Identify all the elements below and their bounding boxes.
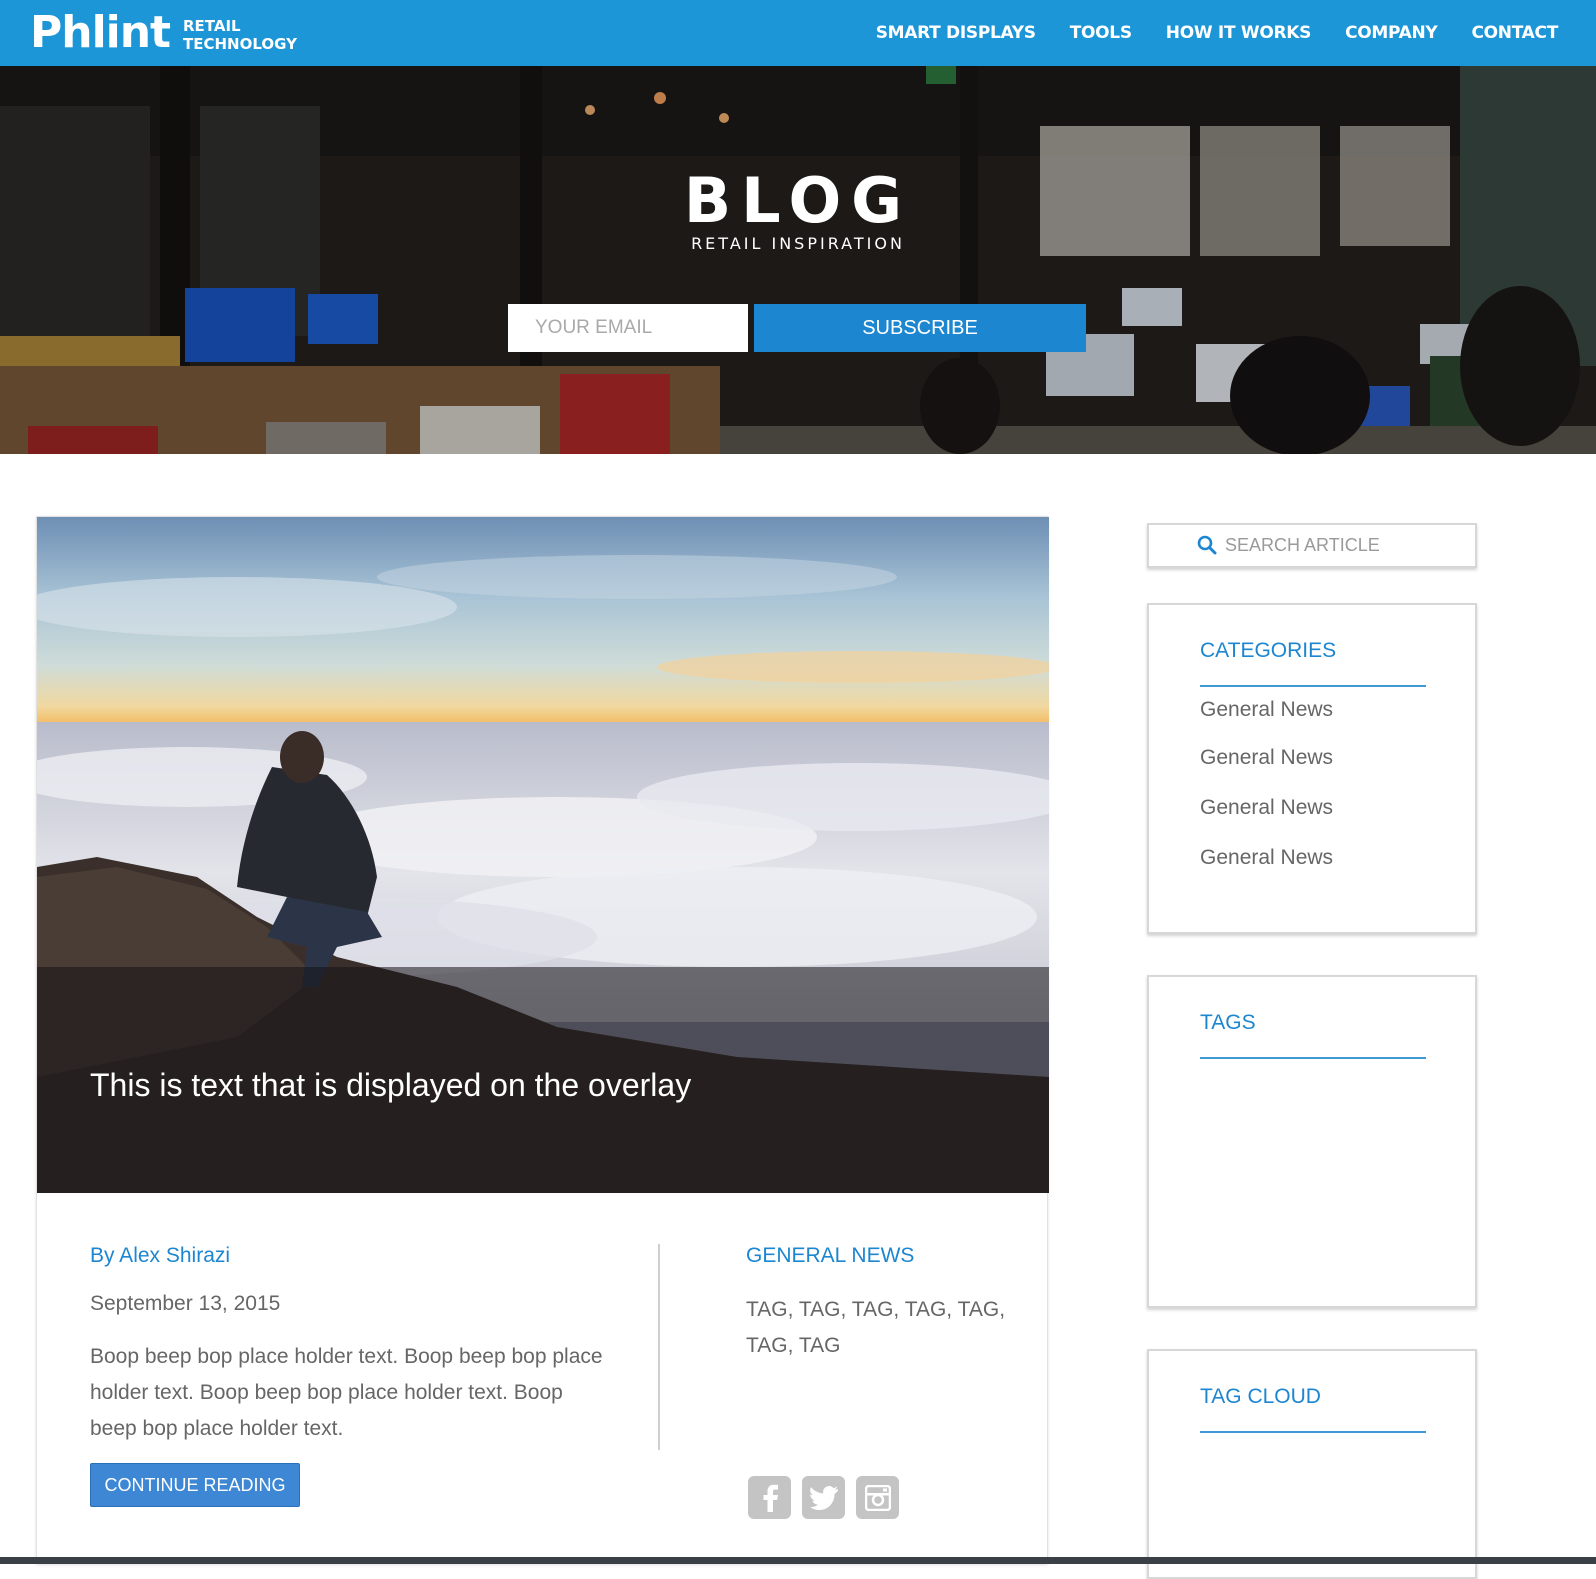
tag-cloud-title: TAG CLOUD xyxy=(1200,1385,1321,1408)
tags-widget: TAGS xyxy=(1147,975,1477,1308)
tags-divider xyxy=(1200,1057,1426,1059)
main-menu: SMART DISPLAYS TOOLS HOW IT WORKS COMPAN… xyxy=(876,0,1559,66)
post-category[interactable]: GENERAL NEWS xyxy=(746,1244,914,1268)
logo[interactable]: Phlint xyxy=(30,10,171,56)
hero-subtitle: RETAIL INSPIRATION xyxy=(691,234,905,253)
post-excerpt: Boop beep bop place holder text. Boop be… xyxy=(90,1345,603,1440)
tag-cloud-widget: TAG CLOUD xyxy=(1147,1349,1477,1579)
logo-subtitle-line2: TECHNOLOGY xyxy=(183,35,297,53)
nav-tools[interactable]: TOOLS xyxy=(1070,23,1132,43)
top-navbar: Phlint RETAIL TECHNOLOGY SMART DISPLAYS … xyxy=(0,0,1596,66)
tags-title: TAGS xyxy=(1200,1011,1256,1034)
nav-smart-displays[interactable]: SMART DISPLAYS xyxy=(876,23,1036,43)
post-image[interactable]: This is text that is displayed on the ov… xyxy=(37,517,1049,1193)
instagram-icon[interactable] xyxy=(856,1476,899,1519)
categories-widget: CATEGORIES General News General News Gen… xyxy=(1147,603,1477,934)
image-overlay: This is text that is displayed on the ov… xyxy=(37,967,1049,1193)
post-date: September 13, 2015 xyxy=(90,1292,281,1315)
twitter-icon[interactable] xyxy=(802,1476,845,1519)
post-tags[interactable]: TAG, TAG, TAG, TAG, TAG, TAG, TAG xyxy=(746,1292,1026,1364)
continue-reading-button[interactable]: CONTINUE READING xyxy=(90,1463,300,1507)
nav-company[interactable]: COMPANY xyxy=(1345,23,1438,43)
footer-edge xyxy=(0,1557,1596,1564)
nav-contact[interactable]: CONTACT xyxy=(1471,23,1558,43)
search-input[interactable] xyxy=(1225,525,1465,566)
logo-subtitle: RETAIL TECHNOLOGY xyxy=(183,17,297,53)
post-author[interactable]: By Alex Shirazi xyxy=(90,1244,230,1268)
hero-background-image xyxy=(0,66,1596,454)
search-box[interactable] xyxy=(1147,523,1477,568)
search-icon xyxy=(1197,535,1217,555)
nav-how-it-works[interactable]: HOW IT WORKS xyxy=(1166,23,1312,43)
hero-banner: BLOG RETAIL INSPIRATION SUBSCRIBE xyxy=(0,66,1596,454)
hero-title: BLOG xyxy=(683,164,913,237)
vertical-divider xyxy=(658,1244,660,1450)
social-share xyxy=(748,1476,899,1519)
categories-divider xyxy=(1200,685,1426,687)
category-item[interactable]: General News xyxy=(1200,698,1333,722)
facebook-icon[interactable] xyxy=(748,1476,791,1519)
logo-subtitle-line1: RETAIL xyxy=(183,17,241,35)
tag-cloud-divider xyxy=(1200,1431,1426,1433)
post-card: This is text that is displayed on the ov… xyxy=(36,516,1049,1564)
category-item[interactable]: General News xyxy=(1200,796,1333,820)
categories-title: CATEGORIES xyxy=(1200,639,1337,662)
subscribe-button[interactable]: SUBSCRIBE xyxy=(754,304,1086,352)
category-item[interactable]: General News xyxy=(1200,846,1333,870)
overlay-caption: This is text that is displayed on the ov… xyxy=(90,1067,692,1103)
email-input[interactable] xyxy=(508,304,748,352)
category-item[interactable]: General News xyxy=(1200,746,1333,770)
